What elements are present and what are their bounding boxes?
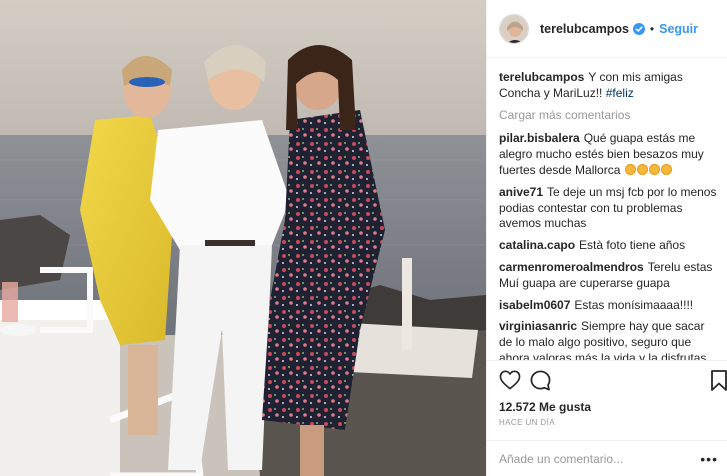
load-more-comments-button[interactable]: Cargar más comentarios: [499, 108, 721, 124]
verified-badge-icon: [632, 22, 645, 35]
comment-item: isabelm0607 Estas monísimaaaa!!!!: [499, 298, 721, 314]
caption-username[interactable]: terelubcampos: [499, 70, 584, 84]
heart-icon[interactable]: [499, 370, 521, 395]
comment-text: Estas monísimaaaa!!!!: [574, 297, 694, 312]
comment-username[interactable]: anive71: [499, 185, 543, 199]
likes-count[interactable]: 12.572 Me gusta: [499, 400, 591, 414]
caption: terelubcampos Y con mis amigas Concha y M…: [499, 70, 721, 102]
post-timestamp[interactable]: HACE UN DÍA: [499, 418, 555, 427]
comment-text: Està foto tiene años: [579, 238, 686, 253]
kiss-emoji-icon: [636, 163, 648, 175]
post-photo-image: [0, 0, 486, 476]
comments-list[interactable]: terelubcampos Y con mis amigas Concha y M…: [499, 70, 721, 360]
comment-username[interactable]: pilar.bisbalera: [499, 131, 580, 145]
follow-button[interactable]: Seguir: [659, 22, 698, 36]
speech-bubble-icon[interactable]: [530, 370, 551, 396]
add-comment-input[interactable]: [499, 450, 704, 468]
comment-username[interactable]: isabelm0607: [499, 298, 570, 312]
avatar[interactable]: [499, 13, 529, 44]
more-options-icon[interactable]: •••: [700, 451, 718, 467]
comment-username[interactable]: carmenromeroalmendros: [499, 260, 644, 274]
kiss-emoji-icon: [648, 163, 660, 175]
add-comment-bar: •••: [487, 440, 727, 476]
kiss-emoji-icon: [660, 163, 672, 175]
post-header: terelubcampos • Seguir: [487, 0, 727, 58]
bookmark-icon[interactable]: [711, 370, 727, 396]
action-bar: [487, 360, 727, 400]
post-photo[interactable]: [0, 0, 486, 476]
comment-item: catalina.capo Està foto tiene años: [499, 238, 721, 254]
caption-hashtag[interactable]: #feliz: [606, 86, 634, 100]
post-side-panel: terelubcampos • Seguir terelubcampos Y co…: [486, 0, 727, 476]
comment-username[interactable]: catalina.capo: [499, 238, 575, 252]
header-username[interactable]: terelubcampos: [540, 22, 629, 36]
comment-item: anive71 Te deje un msj fcb por lo menos p…: [499, 185, 721, 232]
comment-item: virginiasanric Siempre hay que sacar de l…: [499, 319, 721, 360]
comment-item: carmenromeroalmendros Terelu estas Muí gu…: [499, 260, 721, 292]
comment-item: pilar.bisbalera Qué guapa estás me alegro…: [499, 131, 721, 178]
kiss-emoji-icon: [624, 163, 636, 175]
comment-username[interactable]: virginiasanric: [499, 319, 577, 333]
header-separator: •: [649, 21, 655, 36]
